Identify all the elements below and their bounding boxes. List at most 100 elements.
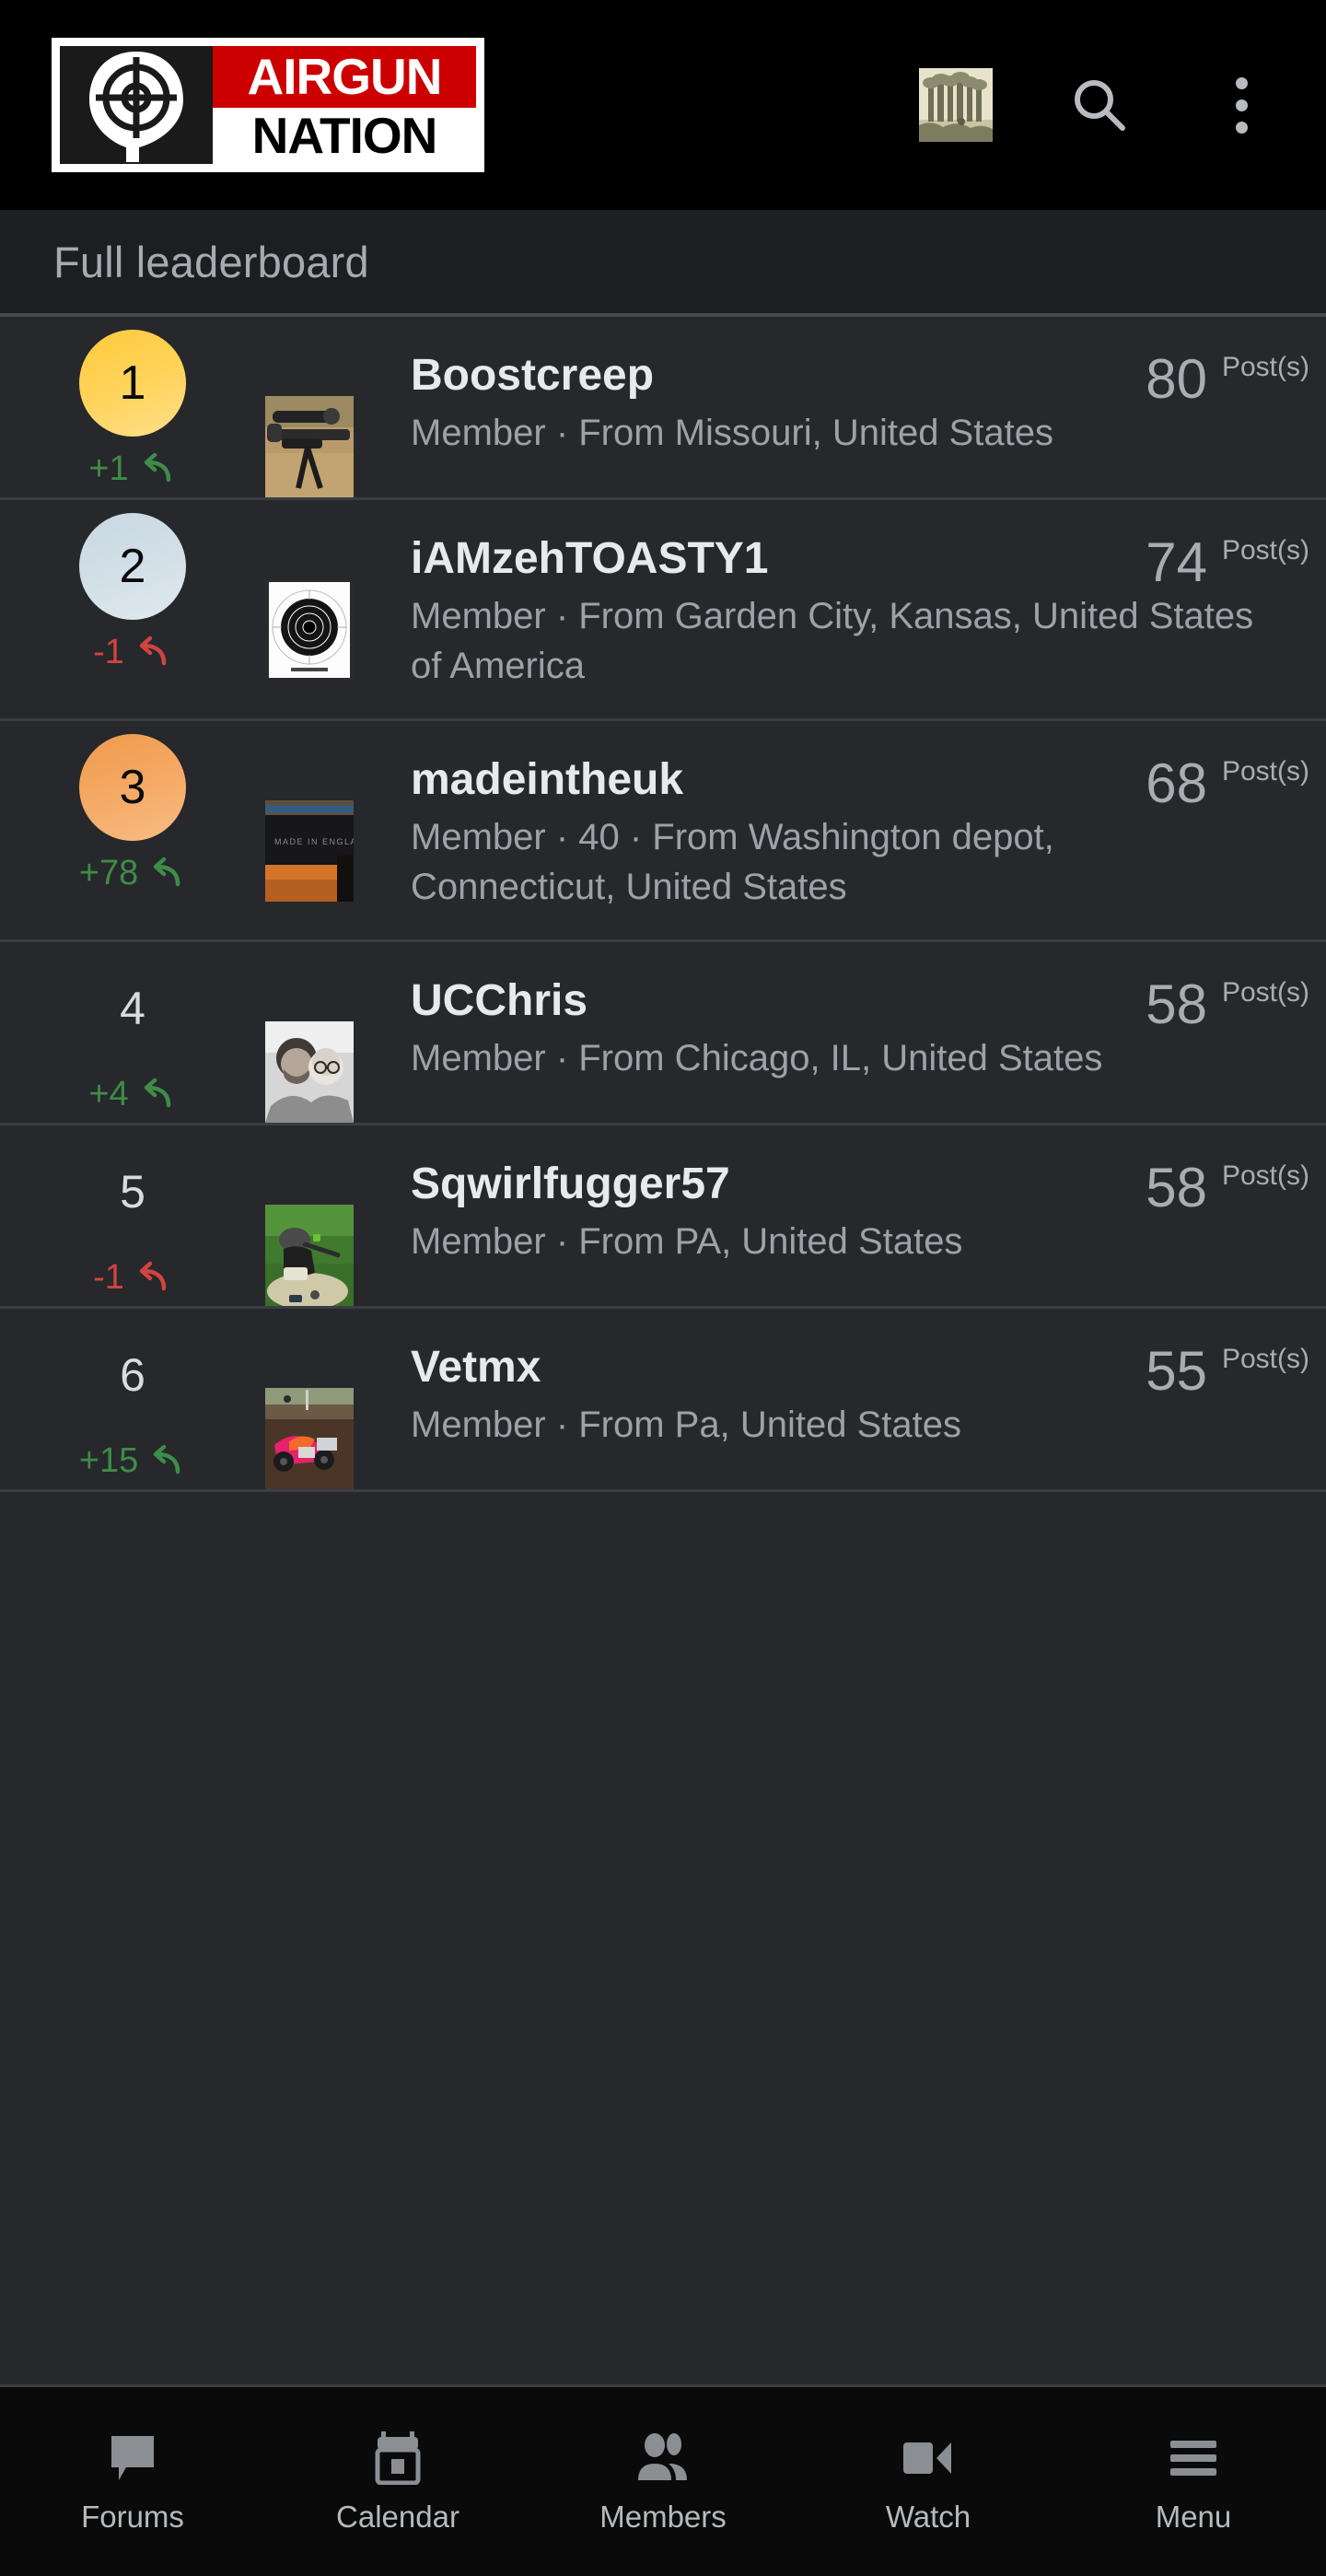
member-info-top: UCChris 58 Post(s): [411, 975, 1309, 1032]
leaderboard-row[interactable]: 2 -1 iAMzehTOASTY1 74 Post(s) Member · F…: [0, 500, 1326, 722]
user-avatar-thumbnail[interactable]: [919, 68, 993, 142]
member-username[interactable]: Boostcreep: [411, 350, 1146, 402]
avatar-column: [265, 500, 411, 681]
page-title: Full leaderboard: [53, 237, 369, 286]
hamburger-menu-icon: [1169, 2431, 1218, 2485]
rank-change-value: +1: [88, 449, 129, 488]
avatar-column: [265, 317, 411, 497]
post-count-label: Post(s): [1221, 1160, 1309, 1192]
member-info: UCChris 58 Post(s) Member · From Chicago…: [411, 942, 1309, 1112]
leaderboard-row[interactable]: 6 +15 Vetmx 55 Post(s) Member · From Pa,…: [0, 1309, 1326, 1493]
nav-item-watch[interactable]: Watch: [796, 2431, 1061, 2532]
post-count-label: Post(s): [1221, 977, 1309, 1008]
nav-item-label: Members: [599, 2500, 727, 2534]
avatar-couple-photo-bw[interactable]: [265, 1021, 354, 1124]
post-count-label: Post(s): [1221, 535, 1309, 565]
appbar-actions: [919, 68, 1291, 142]
post-count-box: 58 Post(s): [1146, 1159, 1309, 1216]
rank-change-value: +15: [78, 1441, 139, 1481]
return-arrow-icon: [149, 1443, 186, 1478]
return-arrow-icon: [140, 451, 177, 486]
rank-badge: 3: [79, 734, 186, 842]
leaderboard-row[interactable]: 1 +1 Boostcreep 80 Post(s) Member · From…: [0, 317, 1326, 500]
member-meta: Member · From Missouri, United States: [411, 413, 1053, 453]
leaderboard-row[interactable]: 4 +4 UCChris 58 Post(s) Member · From Ch…: [0, 942, 1326, 1126]
post-count-box: 68 Post(s): [1146, 754, 1309, 811]
post-count: 80: [1146, 348, 1207, 410]
bottom-navigation: Forums Calendar Members Watch Menu: [0, 2384, 1326, 2576]
nav-item-label: Calendar: [336, 2500, 459, 2534]
leaderboard-row[interactable]: 5 -1 Sqwirlfugger57 58 Post(s) Member · …: [0, 1125, 1326, 1310]
rank-change-value: +4: [88, 1075, 129, 1114]
post-count-box: 74 Post(s): [1146, 533, 1309, 590]
avatar-made-in-england-barrel[interactable]: MADE IN ENGLAND: [265, 800, 354, 903]
rank-change: -1: [93, 635, 172, 670]
rank-badge: 4: [120, 983, 145, 1035]
member-username[interactable]: UCChris: [411, 975, 1146, 1028]
member-meta: Member · From Garden City, Kansas, Unite…: [411, 596, 1254, 686]
logo-word-airgun: AIRGUN: [213, 46, 476, 108]
rank-column: 5 -1: [0, 1125, 265, 1295]
post-count-label: Post(s): [1221, 756, 1309, 787]
search-icon[interactable]: [1064, 70, 1134, 140]
rank-change: +78: [79, 856, 186, 891]
rank-column: 6 +15: [0, 1309, 265, 1478]
app-bar: AIRGUN NATION: [0, 0, 1326, 210]
member-info-top: Boostcreep 80 Post(s): [411, 350, 1309, 407]
member-info: Vetmx 55 Post(s) Member · From Pa, Unite…: [411, 1309, 1309, 1478]
rank-change: +15: [79, 1443, 186, 1478]
leaderboard-row[interactable]: 3 +78 MADE IN ENGLAND mad: [0, 721, 1326, 943]
nav-item-forums[interactable]: Forums: [0, 2431, 265, 2532]
member-meta: Member · 40 · From Washington depot, Con…: [411, 817, 1054, 907]
post-count-label: Post(s): [1221, 352, 1309, 382]
avatar-column: MADE IN ENGLAND: [265, 721, 411, 903]
avatar-motocross-dirt-track[interactable]: [265, 1388, 354, 1490]
member-info: Sqwirlfugger57 58 Post(s) Member · From …: [411, 1125, 1309, 1295]
leaderboard-list[interactable]: 1 +1 Boostcreep 80 Post(s) Member · From…: [0, 317, 1326, 2384]
member-info-top: madeintheuk 68 Post(s): [411, 754, 1309, 811]
rank-badge: 1: [79, 330, 186, 437]
section-header: Full leaderboard: [0, 210, 1326, 317]
rank-column: 1 +1: [0, 317, 265, 486]
member-meta: Member · From Chicago, IL, United States: [411, 1038, 1103, 1079]
member-meta: Member · From Pa, United States: [411, 1405, 961, 1446]
avatar-airgun-rifle-bipod[interactable]: [265, 396, 354, 497]
app-root: AIRGUN NATION Full leaderboard 1 +1 Boos…: [0, 0, 1326, 2576]
return-arrow-icon: [149, 856, 186, 891]
member-username[interactable]: Vetmx: [411, 1342, 1146, 1394]
avatar-prone-shooter-grass[interactable]: [265, 1205, 354, 1307]
airgun-nation-logo[interactable]: AIRGUN NATION: [52, 38, 484, 172]
nav-item-label: Watch: [885, 2500, 971, 2534]
rank-badge: 5: [120, 1166, 145, 1218]
avatar-column: [265, 942, 411, 1124]
post-count-box: 55 Post(s): [1146, 1342, 1309, 1399]
crosshair-target-icon: [60, 46, 213, 164]
nav-item-members[interactable]: Members: [530, 2431, 796, 2532]
avatar-paper-shooting-target[interactable]: [265, 579, 354, 681]
post-count-box: 80 Post(s): [1146, 350, 1309, 407]
post-count-box: 58 Post(s): [1146, 975, 1309, 1032]
member-username[interactable]: Sqwirlfugger57: [411, 1159, 1146, 1211]
nav-item-calendar[interactable]: Calendar: [265, 2431, 530, 2532]
rank-change-value: +78: [78, 854, 139, 893]
nav-item-menu[interactable]: Menu: [1061, 2431, 1326, 2532]
nav-item-label: Menu: [1155, 2500, 1232, 2534]
post-count: 68: [1146, 752, 1207, 815]
svg-text:MADE IN ENGLAND: MADE IN ENGLAND: [274, 837, 354, 846]
member-username[interactable]: madeintheuk: [411, 754, 1146, 807]
rank-column: 4 +4: [0, 942, 265, 1112]
video-camera-icon: [901, 2431, 955, 2485]
post-count: 58: [1146, 1157, 1207, 1219]
rank-change: +1: [88, 451, 176, 486]
rank-badge: 2: [79, 513, 186, 620]
return-arrow-icon: [135, 1260, 172, 1295]
member-info: Boostcreep 80 Post(s) Member · From Miss…: [411, 317, 1309, 486]
avatar-column: [265, 1309, 411, 1490]
member-username[interactable]: iAMzehTOASTY1: [411, 533, 1146, 586]
overflow-menu-icon[interactable]: [1206, 70, 1276, 140]
chat-bubble-icon: [108, 2431, 157, 2485]
member-info: iAMzehTOASTY1 74 Post(s) Member · From G…: [411, 500, 1309, 718]
rank-change-value: -1: [93, 633, 124, 671]
rank-change-value: -1: [93, 1258, 124, 1298]
post-count: 55: [1146, 1340, 1207, 1403]
